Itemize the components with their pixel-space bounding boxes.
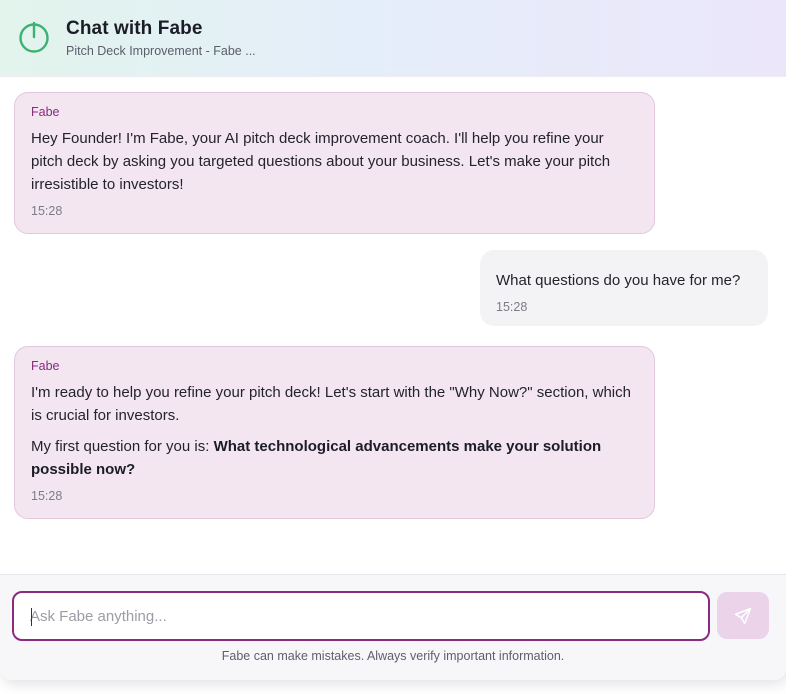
bot-message: Fabe Hey Founder! I'm Fabe, your AI pitc… (14, 92, 655, 234)
send-icon (734, 607, 752, 624)
message-text: What questions do you have for me? (496, 272, 741, 289)
message-paragraph: I'm ready to help you refine your pitch … (31, 384, 631, 424)
message-text: I'm ready to help you refine your pitch … (31, 381, 638, 481)
chat-subtitle: Pitch Deck Improvement - Fabe ... (66, 44, 256, 58)
message-text-prefix: My first question for you is: (31, 438, 214, 455)
chat-header: Chat with Fabe Pitch Deck Improvement - … (0, 0, 786, 77)
send-button[interactable] (717, 592, 769, 639)
power-icon (19, 21, 49, 53)
message-timestamp: 15:28 (31, 489, 63, 503)
message-paragraph: Hey Founder! I'm Fabe, your AI pitch dec… (31, 130, 611, 193)
chat-title: Chat with Fabe (66, 18, 203, 39)
user-message: What questions do you have for me? 15:28 (480, 250, 768, 326)
bot-message: Fabe I'm ready to help you refine your p… (14, 346, 655, 519)
message-paragraph: My first question for you is: What techn… (31, 435, 638, 481)
text-cursor (31, 608, 32, 626)
sender-name: Fabe (31, 359, 60, 373)
message-timestamp: 15:28 (496, 300, 528, 314)
chat-panel: Chat with Fabe Pitch Deck Improvement - … (0, 0, 786, 680)
scroll-track (786, 0, 806, 694)
message-input[interactable] (14, 593, 708, 639)
disclaimer-text: Fabe can make mistakes. Always verify im… (221, 649, 565, 663)
message-text: Hey Founder! I'm Fabe, your AI pitch dec… (31, 127, 638, 196)
message-input-wrapper[interactable] (12, 591, 710, 641)
composer: Fabe can make mistakes. Always verify im… (0, 574, 786, 680)
sender-name: Fabe (31, 105, 60, 119)
message-timestamp: 15:28 (31, 204, 63, 218)
